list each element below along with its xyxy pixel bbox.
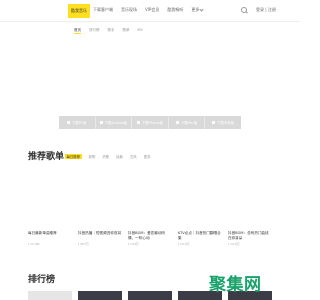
download-iphone-button[interactable]: 下载iPhone版 (132, 116, 169, 129)
play-count: 14.4万 (180, 242, 190, 246)
playlist-name[interactable]: 抖音BGM：爱恋最动听情、一听心动 (128, 231, 172, 241)
playlist-name[interactable]: 抖音BGM：总有热门曲线在你耳朵 (228, 231, 272, 241)
ranking-title: 排行榜 (28, 275, 56, 285)
login-register-link[interactable]: 登录 | 注册 (256, 7, 276, 13)
playlist-tab-classic[interactable]: 经典 (116, 154, 123, 159)
download-android-label: 下载Android版 (104, 121, 128, 125)
playlist-name[interactable]: KTV必点｜抖音热门翻唱合集 (178, 231, 222, 241)
playlist-plays: 457万 (78, 242, 122, 246)
download-car-button[interactable]: 下载车机版 (205, 116, 241, 129)
apple-icon (136, 121, 140, 124)
tab-ranking[interactable]: 排行榜 (89, 28, 100, 34)
tab-singers[interactable]: 歌手 (108, 28, 115, 34)
playlist-tab-new[interactable]: 新歌 (89, 154, 96, 159)
nav-vip[interactable]: VIP会员 (145, 7, 159, 13)
playlist-name[interactable]: 抖音热播｜短视频进你双耳 (78, 231, 122, 241)
watermark: 聚集网 (209, 275, 262, 295)
play-count: 14.9万 (230, 242, 240, 246)
playlist-card[interactable]: 抖音BGM：爱恋最动听情、一听心动 134万 (128, 167, 172, 246)
playlist-plays: 14.4万 (178, 242, 222, 246)
play-count: 13.3W (30, 242, 40, 246)
playlist-plays: 134万 (128, 242, 172, 246)
chevron-down-icon (199, 6, 204, 12)
page: 酷我音乐 下载客户端 音乐现场 VIP会员 酷我畅听 更多 登录 | 注册 首页… (0, 0, 300, 300)
ranking-card[interactable] (28, 291, 72, 300)
playlist-cover[interactable] (128, 167, 172, 229)
tab-mv[interactable]: MV (138, 28, 143, 34)
site-logo[interactable]: 酷我音乐 (68, 4, 90, 18)
download-car-label: 下载车机版 (217, 121, 234, 125)
search-icon[interactable] (241, 7, 247, 13)
play-count-icon (178, 243, 179, 245)
playlist-tab-more[interactable]: 更多 (144, 154, 151, 159)
playlist-card[interactable]: KTV必点｜抖音热门翻唱合集 14.4万 (178, 167, 222, 246)
download-pc-label: 下载PC版 (72, 121, 87, 125)
playlist-tab-daily[interactable]: 每日推荐 (65, 154, 82, 159)
playlists-title: 推荐歌单 (28, 152, 65, 162)
tab-playlists[interactable]: 歌单 (123, 28, 130, 34)
pc-icon (67, 121, 71, 124)
nav-live[interactable]: 音乐现场 (121, 7, 137, 13)
download-pc-button[interactable]: 下载PC版 (59, 116, 96, 129)
playlist-tab-ancient[interactable]: 古风 (130, 154, 137, 159)
playlist-card[interactable]: 抖音热播｜短视频进你双耳 457万 (78, 167, 122, 246)
play-count: 457万 (80, 242, 89, 246)
play-count-icon (78, 243, 79, 245)
ranking-card[interactable] (128, 291, 172, 300)
download-bar: 下载PC版 下载Android版 下载iPhone版 下载Mac版 下载车机版 (59, 116, 241, 129)
nav-more-label: 更多 (191, 7, 200, 12)
playlist-grid: 每日最新单曲推荐 13.3W 抖音热播｜短视频进你双耳 457万 抖音BGM：爱… (28, 167, 272, 246)
nav-more[interactable]: 更多 (191, 6, 204, 13)
playlist-tab-hot[interactable]: 热歌 (102, 154, 109, 159)
play-count-icon (28, 243, 29, 245)
playlist-card[interactable]: 每日最新单曲推荐 13.3W (28, 167, 72, 246)
play-count-icon (228, 243, 229, 245)
main-nav: 下载客户端 音乐现场 VIP会员 酷我畅听 更多 (93, 6, 204, 13)
download-mac-button[interactable]: 下载Mac版 (169, 116, 206, 129)
banner-area[interactable] (0, 38, 300, 108)
tab-home[interactable]: 首页 (74, 28, 81, 34)
playlist-tabs: 每日推荐 新歌 热歌 经典 古风 更多 (65, 154, 150, 159)
download-iphone-label: 下载iPhone版 (141, 121, 163, 125)
playlist-cover[interactable] (178, 167, 222, 229)
playlist-cover[interactable] (28, 167, 72, 229)
playlist-cover[interactable] (228, 167, 272, 229)
nav-audiobook[interactable]: 酷我畅听 (167, 7, 183, 13)
ranking-card[interactable] (78, 291, 122, 300)
car-icon (212, 121, 216, 124)
playlist-cover[interactable] (78, 167, 122, 229)
play-count: 134万 (130, 242, 139, 246)
playlist-name[interactable]: 每日最新单曲推荐 (28, 231, 72, 241)
play-count-icon (128, 243, 129, 245)
windows-icon (175, 121, 179, 124)
download-android-button[interactable]: 下载Android版 (96, 116, 133, 129)
sub-nav: 首页 排行榜 歌手 歌单 MV (74, 28, 143, 34)
top-bar: 酷我音乐 下载客户端 音乐现场 VIP会员 酷我畅听 更多 登录 | 注册 (0, 0, 300, 22)
download-mac-label: 下载Mac版 (180, 121, 198, 125)
playlist-plays: 13.3W (28, 242, 72, 246)
android-icon (99, 121, 103, 124)
playlist-plays: 14.9万 (228, 242, 272, 246)
playlist-card[interactable]: 抖音BGM：总有热门曲线在你耳朵 14.9万 (228, 167, 272, 246)
nav-download-client[interactable]: 下载客户端 (93, 7, 113, 13)
